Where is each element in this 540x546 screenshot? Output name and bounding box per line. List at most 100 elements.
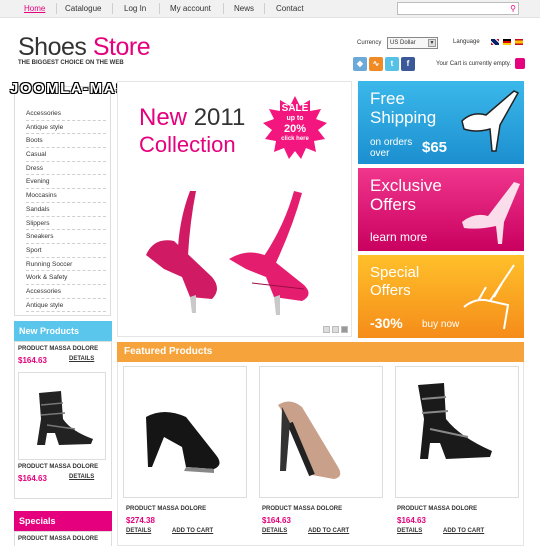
product-price: $164.63 bbox=[262, 516, 291, 525]
hero-title-collection: Collection bbox=[139, 132, 236, 157]
category-item[interactable]: Work & Safety bbox=[26, 271, 106, 285]
product-name[interactable]: PRODUCT MASSA DOLORE bbox=[18, 536, 98, 542]
free-shipping-sub2: over bbox=[370, 148, 390, 159]
product-name[interactable]: PRODUCT MASSA DOLORE bbox=[126, 506, 206, 512]
twitter-icon[interactable]: t bbox=[385, 57, 399, 71]
sale-text-line4: click here bbox=[281, 136, 309, 142]
free-shipping-amount: $65 bbox=[422, 139, 448, 156]
category-item[interactable]: Antique style bbox=[26, 121, 106, 135]
slide-dot-1[interactable] bbox=[323, 326, 330, 333]
tagline: THE BIGGEST CHOICE ON THE WEB bbox=[18, 60, 124, 66]
logo-word-1: Shoes bbox=[18, 33, 87, 61]
special-buy-now[interactable]: buy now bbox=[422, 319, 459, 330]
language-label: Language bbox=[453, 39, 480, 45]
nav-home[interactable]: Home bbox=[24, 4, 45, 13]
details-link[interactable]: DETAILS bbox=[126, 528, 151, 534]
store-logo[interactable]: Shoes Store THE BIGGEST CHOICE ON THE WE… bbox=[18, 33, 188, 66]
category-item[interactable]: Accessories bbox=[26, 285, 106, 299]
flag-uk-icon[interactable] bbox=[491, 39, 499, 45]
category-item[interactable]: Dress bbox=[26, 162, 106, 176]
black-pump-image bbox=[146, 412, 220, 473]
free-shipping-line2: Shipping bbox=[370, 108, 437, 127]
printed-sandal-image bbox=[278, 401, 341, 479]
sale-text[interactable]: SALE up to 20% click here bbox=[263, 104, 327, 144]
details-link[interactable]: DETAILS bbox=[69, 474, 94, 480]
special-line2: Offers bbox=[370, 282, 411, 299]
nav-divider bbox=[159, 3, 160, 14]
category-item[interactable]: Boots bbox=[26, 134, 106, 149]
strappy-sandal-image bbox=[463, 264, 515, 330]
nav-my-account[interactable]: My account bbox=[170, 4, 211, 13]
sale-text-line1: SALE bbox=[281, 103, 309, 114]
search-icon[interactable]: ⚲ bbox=[510, 4, 516, 13]
cart-status[interactable]: Your Cart is currently empty. bbox=[436, 61, 511, 67]
exclusive-learn-more[interactable]: learn more bbox=[370, 230, 427, 244]
nav-catalogue[interactable]: Catalogue bbox=[65, 4, 101, 13]
facebook-icon[interactable]: f bbox=[401, 57, 415, 71]
featured-product-image-1[interactable] bbox=[123, 366, 247, 498]
details-link[interactable]: DETAILS bbox=[262, 528, 287, 534]
category-item[interactable]: Antique style bbox=[26, 299, 106, 313]
product-name[interactable]: PRODUCT MASSA DOLORE bbox=[18, 464, 98, 470]
nav-news[interactable]: News bbox=[234, 4, 254, 13]
slide-dot-3[interactable] bbox=[341, 326, 348, 333]
category-item[interactable]: Slippers bbox=[26, 217, 106, 231]
product-price: $164.63 bbox=[18, 474, 47, 483]
category-item[interactable]: Sport bbox=[26, 244, 106, 258]
product-name[interactable]: PRODUCT MASSA DOLORE bbox=[397, 506, 477, 512]
product-image[interactable] bbox=[18, 372, 106, 460]
exclusive-offers-banner[interactable]: Exclusive Offers learn more bbox=[358, 168, 524, 251]
category-item[interactable]: Casual bbox=[26, 148, 106, 162]
hero-title-new: New bbox=[139, 104, 188, 131]
details-link[interactable]: DETAILS bbox=[397, 528, 422, 534]
category-item[interactable]: Running Soccer bbox=[26, 258, 106, 272]
featured-product-image-3[interactable] bbox=[395, 366, 519, 498]
slide-dot-2[interactable] bbox=[332, 326, 339, 333]
hero-slider[interactable]: New 2011 Collection SALE up to 20% click… bbox=[117, 81, 352, 337]
pink-heels-image bbox=[146, 191, 309, 315]
nav-divider bbox=[112, 3, 113, 14]
rss-icon[interactable]: ∿ bbox=[369, 57, 383, 71]
nav-login[interactable]: Log In bbox=[124, 4, 146, 13]
special-discount: -30% bbox=[370, 315, 403, 331]
search-input[interactable]: ⚲ bbox=[397, 2, 519, 15]
category-list: Accessories Antique style Boots Casual Dress… bbox=[26, 107, 106, 313]
special-offers-banner[interactable]: Special Offers -30% buy now bbox=[358, 255, 524, 338]
nav-divider bbox=[223, 3, 224, 14]
featured-products-header: Featured Products bbox=[117, 342, 524, 362]
delicious-icon[interactable]: ◆ bbox=[353, 57, 367, 71]
ankle-boot-image bbox=[37, 391, 93, 445]
flag-germany-icon[interactable] bbox=[503, 39, 511, 45]
top-navigation: Home Catalogue Log In My account News Co… bbox=[0, 0, 540, 18]
new-products-header: New Products bbox=[14, 321, 112, 341]
category-item[interactable]: Sandals bbox=[26, 203, 106, 217]
nav-contact[interactable]: Contact bbox=[276, 4, 304, 13]
product-name[interactable]: PRODUCT MASSA DOLORE bbox=[18, 346, 98, 352]
shopping-bag-icon[interactable] bbox=[515, 58, 525, 69]
currency-selected-value: US Dollar bbox=[390, 40, 416, 46]
add-to-cart-button[interactable]: ADD TO CART bbox=[172, 528, 213, 534]
pink-heel-image bbox=[462, 182, 520, 244]
featured-product-image-2[interactable] bbox=[259, 366, 383, 498]
category-item[interactable]: Sneakers bbox=[26, 230, 106, 244]
add-to-cart-button[interactable]: ADD TO CART bbox=[443, 528, 484, 534]
free-shipping-line1: Free bbox=[370, 89, 405, 108]
ankle-boot-image bbox=[418, 383, 492, 459]
details-link[interactable]: DETAILS bbox=[69, 356, 94, 362]
chevron-down-icon[interactable]: ▼ bbox=[428, 39, 436, 47]
exclusive-line1: Exclusive bbox=[370, 176, 442, 195]
currency-label: Currency bbox=[357, 40, 382, 46]
category-item[interactable]: Evening bbox=[26, 175, 106, 190]
product-name[interactable]: PRODUCT MASSA DOLORE bbox=[262, 506, 342, 512]
white-heel-image bbox=[461, 90, 520, 152]
product-price: $274.38 bbox=[126, 516, 155, 525]
add-to-cart-button[interactable]: ADD TO CART bbox=[308, 528, 349, 534]
logo-word-2: Store bbox=[92, 33, 151, 61]
free-shipping-banner[interactable]: Free Shipping on orders over $65 bbox=[358, 81, 524, 164]
currency-select[interactable]: US Dollar ▼ bbox=[387, 37, 438, 49]
category-item[interactable]: Accessories bbox=[26, 107, 106, 121]
hero-title-year: 2011 bbox=[193, 104, 246, 131]
category-item[interactable]: Moccasins bbox=[26, 189, 106, 203]
exclusive-line2: Offers bbox=[370, 195, 416, 214]
flag-spain-icon[interactable] bbox=[515, 39, 523, 45]
